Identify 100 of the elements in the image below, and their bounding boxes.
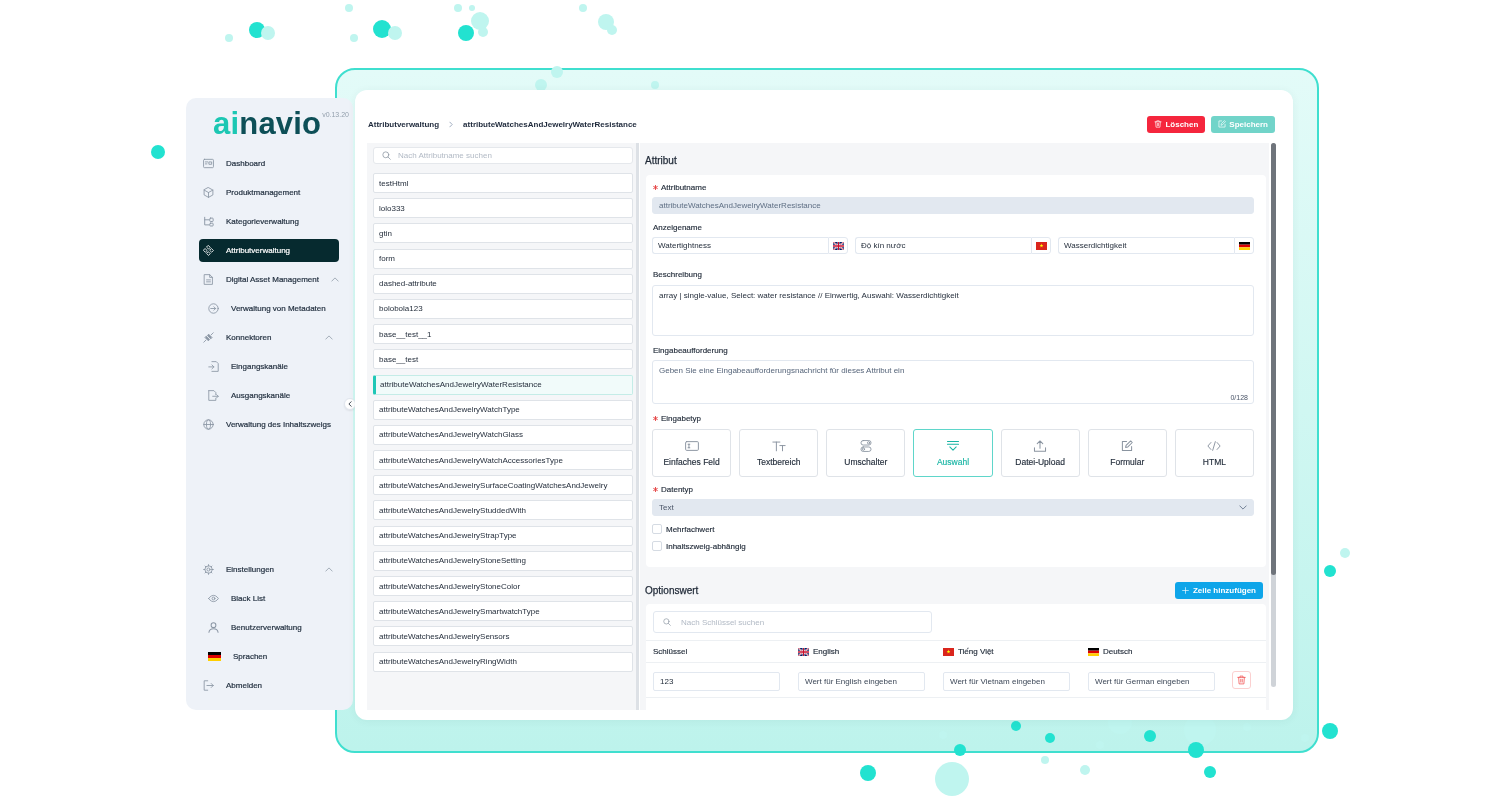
delete-button[interactable]: Löschen — [1147, 115, 1206, 133]
input-type-option[interactable]: HTML — [1174, 429, 1254, 477]
input-type-option[interactable]: Umschalter — [826, 429, 906, 477]
code-icon — [1207, 439, 1222, 452]
field-label: Anzeigename — [653, 222, 702, 232]
chevron-down-icon — [1239, 505, 1247, 510]
file-import-icon — [208, 360, 219, 372]
german-flag-icon — [1088, 647, 1099, 656]
decorative-dots — [1324, 548, 1350, 577]
circle-arrow-icon — [208, 302, 219, 314]
sidebar-item[interactable]: Verwaltung von Metadaten — [199, 296, 339, 320]
attribute-list-item[interactable]: attributeWatchesAndJewelryStoneSetting — [373, 550, 633, 571]
attribute-list-item[interactable]: attributeWatchesAndJewelryWatchType — [373, 399, 633, 420]
trash-icon — [1154, 120, 1163, 128]
translation-field[interactable]: Wert für Vietnam eingeben — [943, 671, 1070, 691]
display-name-field[interactable]: Độ kín nước — [855, 237, 1031, 254]
attribute-list-item[interactable]: base__test — [373, 349, 633, 370]
eye-icon — [208, 592, 219, 604]
translation-field[interactable]: Wert für English eingeben — [798, 671, 925, 691]
hierarchy-icon — [203, 215, 214, 227]
field-label: Eingabetyp — [661, 413, 702, 423]
display-name-field[interactable]: Watertightness — [652, 237, 828, 254]
document-icon — [203, 273, 214, 285]
attribute-list-item[interactable]: lolo333 — [373, 198, 633, 219]
attribute-list-item[interactable]: attributeWatchesAndJewelryStrapType — [373, 525, 633, 546]
sidebar-item[interactable]: Kategorieverwaltung — [199, 209, 339, 233]
column-header: English — [813, 647, 840, 656]
british-flag-icon — [832, 241, 844, 250]
plus-icon — [1181, 587, 1189, 594]
text-size-icon — [771, 439, 786, 452]
attribute-list-item[interactable]: attributeWatchesAndJewelrySmartwatchType — [373, 601, 633, 622]
logout-icon — [203, 679, 214, 691]
attribute-list-item[interactable]: attributeWatchesAndJewelryWaterResistance — [373, 374, 633, 395]
input-type-option[interactable]: Textbereich — [739, 429, 819, 477]
dashboard-icon — [203, 157, 214, 169]
description-field[interactable]: array | single-value, Select: water resistance // Einwertig, Auswahl: Wasserdichtigkeit — [652, 285, 1254, 336]
search-icon — [382, 151, 391, 160]
trash-icon — [1237, 675, 1246, 685]
delete-row-button[interactable] — [1232, 671, 1251, 689]
dropdown-list-icon — [946, 439, 960, 452]
input-type-option[interactable]: Formular — [1087, 429, 1167, 477]
settings-icon — [203, 563, 214, 575]
column-header: Deutsch — [1103, 647, 1133, 656]
decorative-dots — [151, 145, 165, 159]
sidebar-item[interactable]: Einstellungen — [199, 557, 339, 581]
search-icon — [663, 618, 671, 626]
search-field[interactable]: Nach Attributname suchen — [373, 147, 633, 164]
attribute-list-item[interactable]: form — [373, 248, 633, 269]
plug-icon — [203, 331, 214, 343]
british-flag-icon — [798, 647, 809, 656]
sidebar-item[interactable]: Abmelden — [199, 673, 339, 697]
sidebar-item[interactable]: Dashboard — [199, 151, 339, 175]
sidebar-item[interactable]: Black List — [199, 586, 339, 610]
edit-icon — [1218, 120, 1227, 128]
attribute-list-item[interactable]: attributeWatchesAndJewelryStuddedWith — [373, 500, 633, 521]
chevron-right-icon — [449, 120, 454, 128]
sidebar-item[interactable]: Sprachen — [199, 644, 339, 668]
sidebar-item[interactable]: Digital Asset Management — [199, 267, 339, 291]
breadcrumb-link[interactable]: Attributverwaltung — [368, 119, 440, 129]
field-label: Beschreibung — [653, 269, 702, 279]
sidebar-item[interactable]: Benutzerverwaltung — [199, 615, 339, 639]
input-type-option[interactable]: Datei-Upload — [1000, 429, 1080, 477]
section-title: Attribut — [645, 153, 678, 168]
attribute-list-item[interactable]: testHtml — [373, 173, 633, 193]
attribute-list-item[interactable]: bolobola123 — [373, 298, 633, 319]
cube-icon — [203, 186, 214, 198]
scrollbar[interactable] — [1271, 143, 1276, 687]
scrollbar-thumb[interactable] — [1271, 143, 1276, 575]
collapse-button[interactable] — [344, 398, 356, 410]
toggle-icon — [858, 439, 873, 452]
attribute-list-item[interactable]: base__test__1 — [373, 324, 633, 345]
sidebar-item[interactable]: Eingangskanäle — [199, 354, 339, 378]
german-flag-icon — [208, 651, 221, 661]
input-field-icon — [684, 439, 699, 452]
attribute-list-item[interactable]: attributeWatchesAndJewelryStoneColor — [373, 576, 633, 596]
search-field[interactable]: Nach Schlüssel suchen — [653, 611, 932, 633]
attribute-list-item[interactable]: dashed-attribute — [373, 273, 633, 294]
field-label: Datentyp — [661, 484, 694, 494]
input-type-option[interactable]: Einfaches Feld — [652, 429, 732, 477]
key-field[interactable]: 123 — [653, 671, 780, 691]
breadcrumb-current: attributeWatchesAndJewelryWaterResistance — [463, 119, 637, 129]
translation-field[interactable]: Wert für German eingeben — [1088, 671, 1215, 691]
attribute-list-item[interactable]: attributeWatchesAndJewelryRingWidth — [373, 651, 633, 672]
sidebar-item[interactable]: Konnektoren — [199, 325, 339, 349]
attribute-list-item[interactable]: attributeWatchesAndJewelrySurfaceCoatingWatchesAndJewelry — [373, 475, 633, 496]
attribute-list-item[interactable]: attributeWatchesAndJewelrySensors — [373, 626, 633, 647]
sidebar-item[interactable]: Ausgangskanäle — [199, 383, 339, 407]
sidebar-item[interactable]: Produktmanagement — [199, 180, 339, 204]
german-flag-icon — [1238, 241, 1250, 250]
sidebar-item[interactable]: Verwaltung des Inhaltszweigs — [199, 412, 339, 436]
checkbox[interactable] — [652, 524, 662, 534]
attribute-list-item[interactable]: attributeWatchesAndJewelryWatchGlass — [373, 424, 633, 445]
logo: ainavio — [213, 108, 322, 140]
display-name-field[interactable]: Wasserdichtigkeit — [1058, 237, 1234, 254]
attribute-list-item[interactable]: gtin — [373, 223, 633, 244]
upload-icon — [1033, 439, 1048, 452]
sidebar-item[interactable]: Attributverwaltung — [199, 238, 339, 262]
checkbox[interactable] — [652, 541, 662, 551]
globe-icon — [203, 418, 214, 430]
attribute-list-item[interactable]: attributeWatchesAndJewelryWatchAccessoriesType — [373, 450, 633, 471]
